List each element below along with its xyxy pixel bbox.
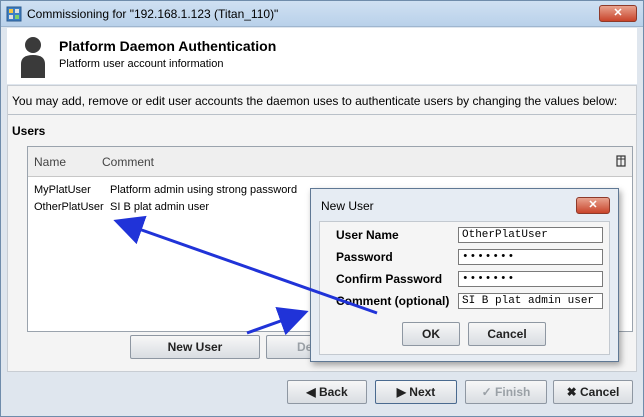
finish-button[interactable]: ✓ Finish [465,380,547,404]
password-field[interactable]: ••••••• [458,249,603,265]
delete-button[interactable]: De [266,335,316,359]
column-header-comment[interactable]: Comment [102,155,154,169]
cancel-x-icon: ✖ [566,385,577,399]
next-button[interactable]: ▶ Next [375,380,457,404]
dialog-close-button[interactable]: ✕ [576,197,610,214]
user-name-cell: OtherPlatUser [34,201,104,213]
user-name-field[interactable]: OtherPlatUser [458,227,603,243]
confirm-password-label: Confirm Password [336,272,443,286]
finish-label: Finish [495,385,531,399]
intro-text: You may add, remove or edit user account… [12,94,618,108]
ok-button[interactable]: OK [402,322,460,346]
window-close-button[interactable]: ✕ [599,5,637,22]
user-name-label: User Name [336,228,399,242]
comment-field[interactable]: SI B plat admin user [458,293,603,309]
column-header-name[interactable]: Name [34,155,66,169]
dialog-body: User Name OtherPlatUser Password •••••••… [319,221,610,355]
next-label: Next [409,385,436,399]
table-header: Name Comment [28,147,632,177]
title-bar: Commissioning for "192.168.1.123 (Titan_… [1,1,643,27]
user-icon [21,37,45,78]
user-name-cell: MyPlatUser [34,184,91,196]
comment-label: Comment (optional) [336,294,450,308]
back-arrow-icon: ◀ [306,385,316,399]
new-user-button[interactable]: New User [130,335,260,359]
confirm-password-field[interactable]: ••••••• [458,271,603,287]
cancel-label: Cancel [580,385,620,399]
new-user-dialog: New User ✕ User Name OtherPlatUser Passw… [310,188,619,362]
user-comment-cell: Platform admin using strong password [110,184,298,196]
back-button[interactable]: ◀ Back [287,380,367,404]
page-title: Platform Daemon Authentication [59,38,277,54]
column-chooser-icon[interactable] [616,155,626,167]
dialog-cancel-button[interactable]: Cancel [468,322,546,346]
dialog-title: New User [321,199,374,213]
password-label: Password [336,250,393,264]
next-arrow-icon: ▶ [396,385,406,399]
app-icon [6,6,22,22]
window-title: Commissioning for "192.168.1.123 (Titan_… [27,7,279,21]
page-subtitle: Platform user account information [59,58,224,70]
divider [8,114,636,115]
page-header: Platform Daemon Authentication Platform … [7,28,637,84]
check-icon: ✓ [481,385,492,399]
users-section-title: Users [12,124,46,138]
back-label: Back [318,385,348,399]
commissioning-window: Commissioning for "192.168.1.123 (Titan_… [0,0,644,417]
wizard-cancel-button[interactable]: ✖ Cancel [553,380,633,404]
user-comment-cell: SI B plat admin user [110,201,210,213]
